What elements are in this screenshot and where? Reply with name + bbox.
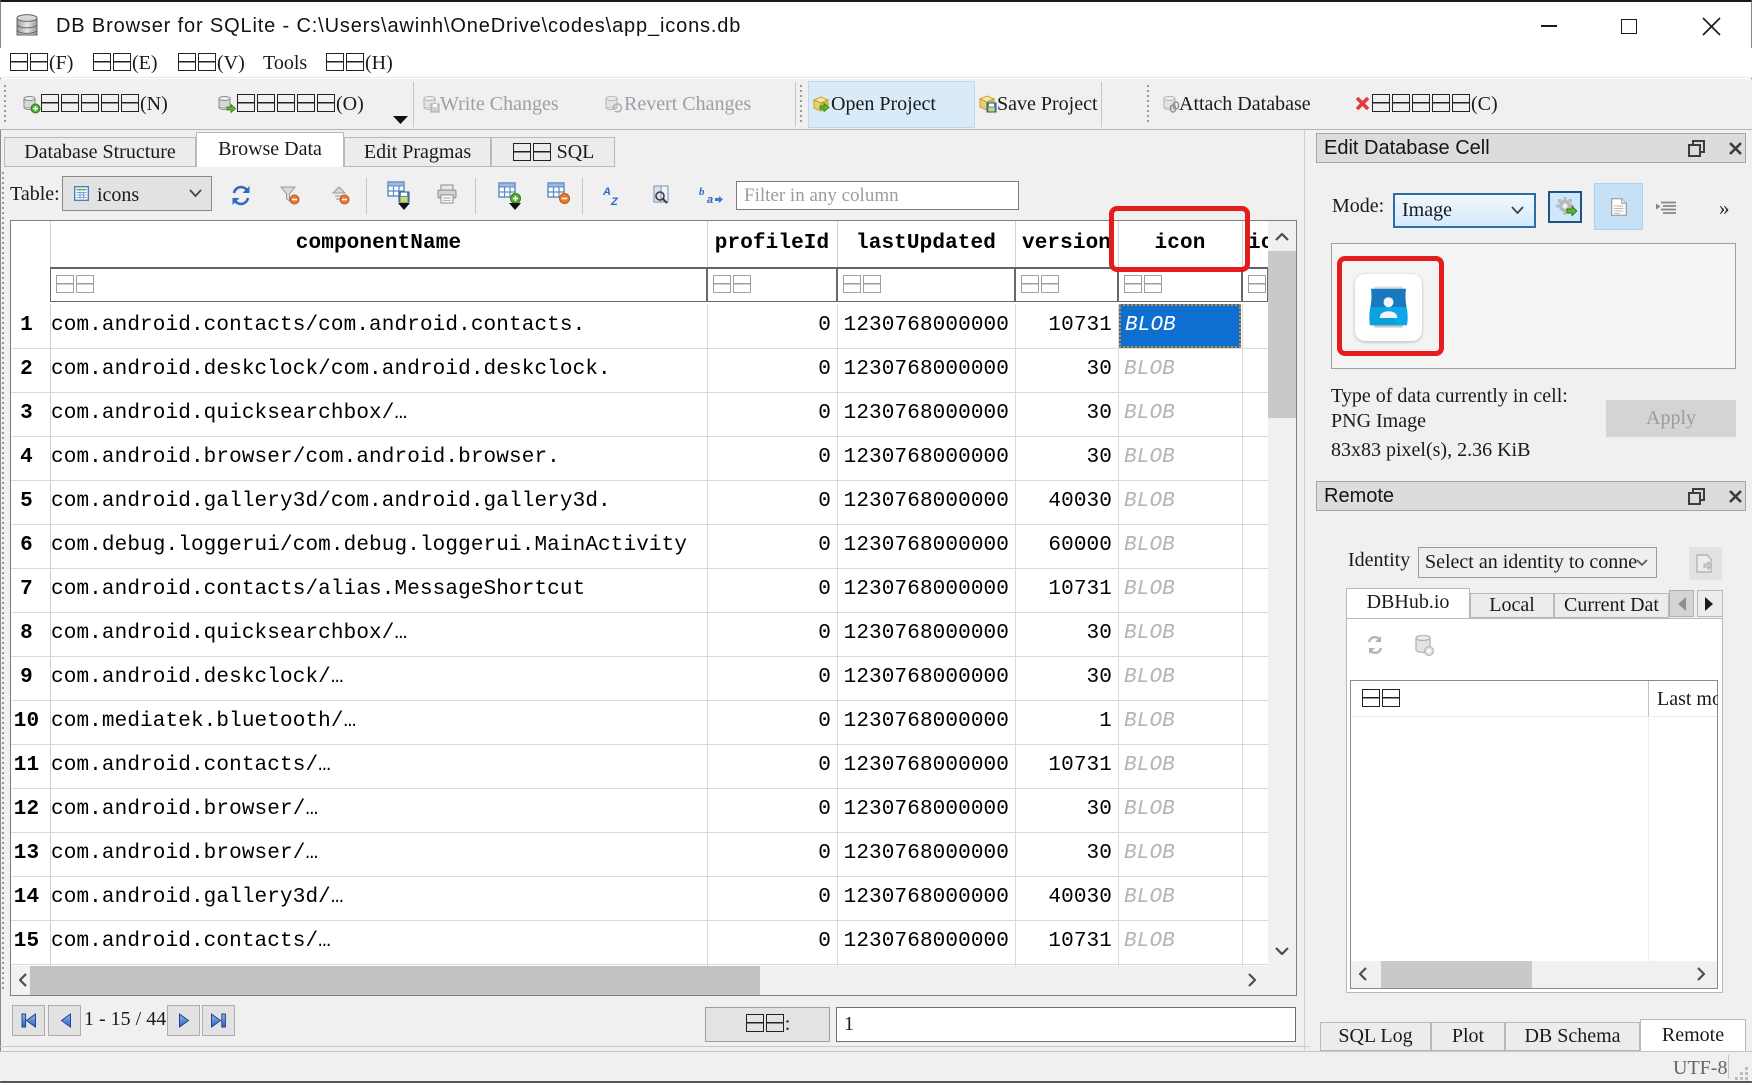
svg-text:A: A: [602, 186, 611, 198]
svg-text:Z: Z: [610, 196, 619, 206]
svg-text:a: a: [707, 194, 713, 205]
svg-text:b: b: [699, 186, 705, 198]
